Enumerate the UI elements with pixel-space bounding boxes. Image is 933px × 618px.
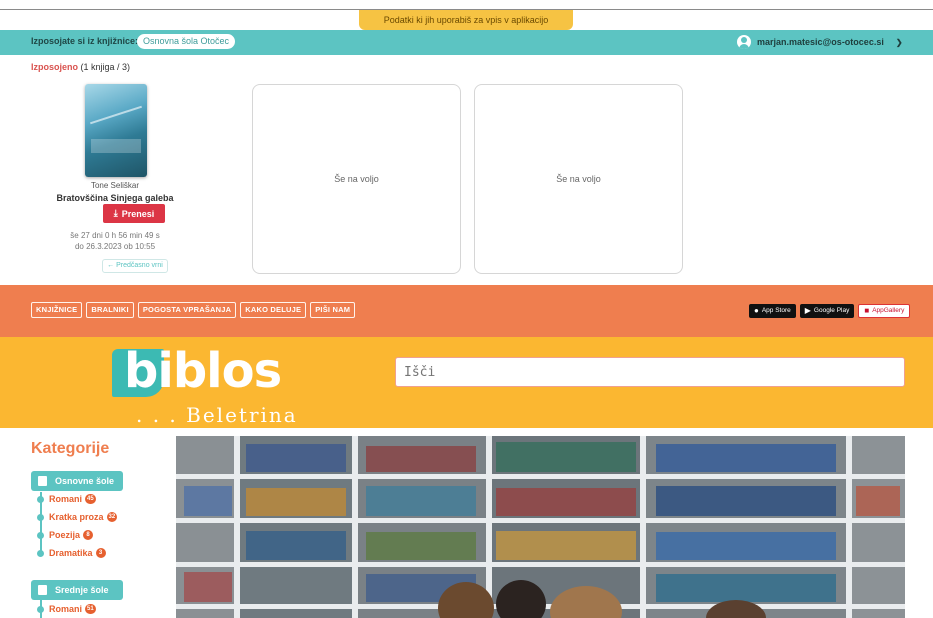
loan-due-date: do 26.3.2023 ob 10:55 xyxy=(74,242,156,251)
cover-art-band xyxy=(91,139,141,153)
download-button[interactable]: ⤓ Prenesi xyxy=(103,204,165,223)
logo[interactable]: biblos xyxy=(124,343,282,399)
play-icon: ▶ xyxy=(804,306,811,315)
subcategory-item[interactable]: Dramatika 3 xyxy=(37,548,106,558)
nav-libraries[interactable]: KNJIŽNICE xyxy=(31,302,83,318)
count-badge: 45 xyxy=(85,494,96,504)
category-label: Srednje šole xyxy=(55,585,109,595)
subcategory-item[interactable]: Romani 45 xyxy=(37,494,96,504)
subcategory-item[interactable]: Poezija 8 xyxy=(37,530,94,540)
nav-faq[interactable]: POGOSTA VPRAŠANJA xyxy=(137,302,237,318)
download-icon: ⤓ xyxy=(113,208,118,218)
user-avatar-icon xyxy=(737,35,751,49)
subcategory-item[interactable]: Kratka proza 32 xyxy=(37,512,118,522)
subcategory-label: Dramatika xyxy=(49,548,93,558)
bullet-icon xyxy=(37,495,44,503)
bullet-icon xyxy=(37,531,44,539)
google-play-badge[interactable]: ▶ Google Play xyxy=(799,304,855,318)
borrowed-status: Izposojeno (1 knjiga / 3) xyxy=(31,62,130,72)
logo-text: biblos xyxy=(124,343,282,399)
appgallery-label: AppGallery xyxy=(872,307,905,314)
subcategory-label: Poezija xyxy=(49,530,81,540)
library-selector[interactable]: Osnovna šola Otočec xyxy=(137,34,236,49)
user-menu[interactable]: marjan.matesic@os-otocec.si ❯ xyxy=(737,33,903,51)
empty-loan-slot: Še na voljo xyxy=(252,84,461,274)
cover-art-stripe xyxy=(90,105,142,125)
loan-countdown: še 27 dni 0 h 56 min 49 s xyxy=(70,231,160,240)
category-secondary-schools[interactable]: Srednje šole xyxy=(31,580,123,600)
count-badge: 32 xyxy=(106,512,118,522)
library-photo xyxy=(176,436,905,618)
subcategory-label: Romani xyxy=(49,494,83,504)
category-primary-schools[interactable]: Osnovne šole xyxy=(31,471,123,491)
appgallery-badge[interactable]: ■ AppGallery xyxy=(858,304,911,318)
subcategory-label: Romani xyxy=(49,604,83,614)
chevron-down-icon: ❯ xyxy=(895,37,903,47)
book-icon xyxy=(38,476,47,486)
apple-icon: ● xyxy=(754,306,759,315)
nav-how-it-works[interactable]: KAKO DELUJE xyxy=(240,302,307,318)
app-store-label: App Store xyxy=(761,307,791,314)
bullet-icon xyxy=(37,513,44,521)
subcategory-label: Kratka proza xyxy=(49,512,104,522)
library-label: Izposojate si iz knjižnice: xyxy=(31,36,139,46)
categories-title: Kategorije xyxy=(31,440,110,457)
borrowed-label: Izposojeno xyxy=(31,62,78,72)
huawei-icon: ■ xyxy=(864,306,870,315)
book-author: Tone Seliškar xyxy=(90,181,140,190)
nav-write-us[interactable]: PIŠI NAM xyxy=(310,302,356,318)
notice-banner: Podatki ki jih uporabiš za vpis v aplika… xyxy=(359,10,573,30)
count-badge: 3 xyxy=(95,548,106,558)
loan-time-remaining: še 27 dni 0 h 56 min 49 s do 26.3.2023 o… xyxy=(55,230,175,252)
book-title: Bratovščina Sinjega galeba xyxy=(56,193,174,203)
bullet-icon xyxy=(37,549,44,557)
early-return-button[interactable]: ← Predčasno vrni xyxy=(102,259,168,273)
subcategory-item[interactable]: Romani 51 xyxy=(37,604,96,614)
hero-image xyxy=(176,436,905,618)
bullet-icon xyxy=(37,605,44,613)
category-label: Osnovne šole xyxy=(55,476,115,486)
google-play-label: Google Play xyxy=(813,307,850,314)
app-store-badge[interactable]: ● App Store xyxy=(749,304,796,318)
search-input[interactable] xyxy=(395,357,905,387)
borrowed-count: (1 knjiga / 3) xyxy=(80,62,131,72)
logo-subtitle: . . . Beletrina xyxy=(136,403,298,427)
user-email: marjan.matesic@os-otocec.si xyxy=(757,37,884,47)
nav-readers[interactable]: BRALNIKI xyxy=(86,302,134,318)
book-cover[interactable] xyxy=(85,84,147,177)
count-badge: 51 xyxy=(85,604,96,614)
empty-loan-slot: Še na voljo xyxy=(474,84,683,274)
school-icon xyxy=(38,585,47,595)
app-store-badges: ● App Store ▶ Google Play ■ AppGallery xyxy=(749,304,911,318)
count-badge: 8 xyxy=(83,530,94,540)
main-nav: KNJIŽNICE BRALNIKI POGOSTA VPRAŠANJA KAK… xyxy=(31,302,356,318)
download-label: Prenesi xyxy=(121,208,155,219)
